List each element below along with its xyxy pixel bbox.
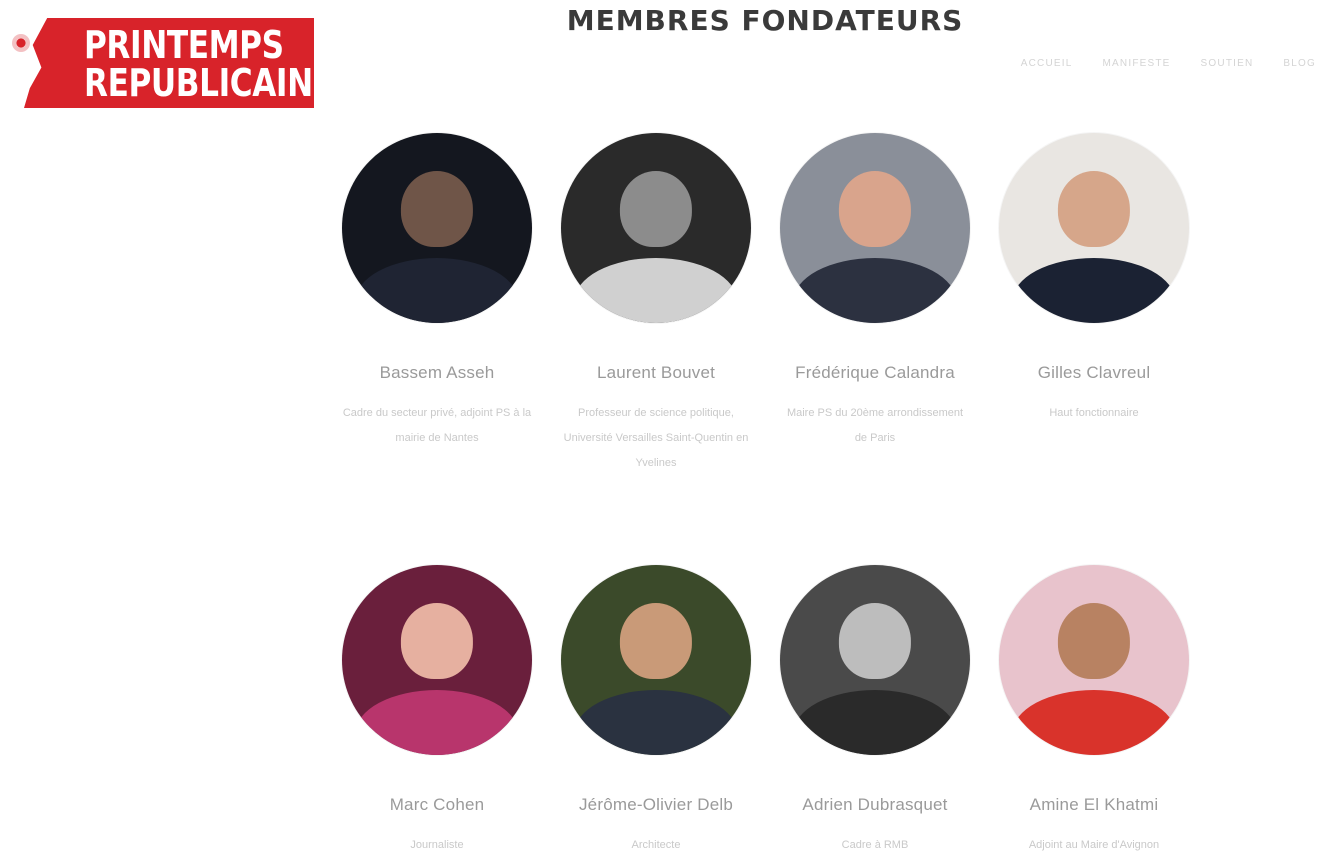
avatar-body [574,690,738,755]
member-card[interactable]: Adrien Dubrasquet Cadre à RMB [766,565,984,851]
member-role: Journaliste [410,839,464,851]
member-avatar[interactable] [342,133,532,323]
avatar-head [400,603,474,679]
avatar-body [355,258,519,323]
member-role: Adjoint au Maire d'Avignon [1028,839,1160,851]
section-title: MEMBRES FONDATEURS [566,4,964,37]
member-card[interactable]: Laurent Bouvet Professeur de science pol… [547,133,765,476]
member-name: Frédérique Calandra [795,363,955,382]
avatar-body [574,258,738,323]
member-role: Maire PS du 20ème arrondissement de Pari… [786,407,964,444]
member-name: Gilles Clavreul [1037,363,1151,382]
page: PRINTEMPS REPUBLICAIN MEMBRES FONDATEURS… [0,0,1324,851]
avatar-head [619,171,693,247]
member-name: Jérôme-Olivier Delb [578,795,733,814]
member-avatar[interactable] [999,133,1189,323]
nav-item-accueil[interactable]: ACCUEIL [1021,58,1073,69]
member-avatar[interactable] [780,565,970,755]
nav-item-blog[interactable]: BLOG [1283,58,1316,69]
avatar-body [793,258,957,323]
member-name: Amine El Khatmi [1029,795,1159,814]
avatar-head [400,171,474,247]
avatar-head [838,603,912,679]
member-name: Adrien Dubrasquet [802,795,948,814]
member-name: Laurent Bouvet [596,363,716,382]
member-card[interactable]: Marc Cohen Journaliste [328,565,546,851]
member-card[interactable]: Bassem Asseh Cadre du secteur privé, adj… [328,133,546,451]
member-card[interactable]: Frédérique Calandra Maire PS du 20ème ar… [766,133,984,451]
member-avatar[interactable] [561,565,751,755]
avatar-head [1057,603,1131,679]
main-nav: ACCUEIL MANIFESTE SOUTIEN BLOG [1021,58,1316,69]
nav-item-manifeste[interactable]: MANIFESTE [1103,58,1171,69]
member-avatar[interactable] [561,133,751,323]
avatar-body [355,690,519,755]
avatar-head [1057,171,1131,247]
logo-line-2: REPUBLICAIN [84,61,313,105]
member-role: Architecte [631,839,681,851]
avatar-body [1012,258,1176,323]
nav-item-soutien[interactable]: SOUTIEN [1201,58,1254,69]
member-role: Professeur de science politique, Univers… [563,407,749,469]
member-role: Cadre du secteur privé, adjoint PS à la … [342,407,532,444]
member-name: Bassem Asseh [379,363,495,382]
member-card[interactable]: Amine El Khatmi Adjoint au Maire d'Avign… [985,565,1203,851]
member-avatar[interactable] [999,565,1189,755]
member-avatar[interactable] [342,565,532,755]
member-role: Haut fonctionnaire [1049,407,1139,419]
member-avatar[interactable] [780,133,970,323]
member-card[interactable]: Jérôme-Olivier Delb Architecte [547,565,765,851]
avatar-head [838,171,912,247]
avatar-body [793,690,957,755]
member-name: Marc Cohen [389,795,485,814]
member-role: Cadre à RMB [841,839,909,851]
avatar-head [619,603,693,679]
avatar-body [1012,690,1176,755]
member-card[interactable]: Gilles Clavreul Haut fonctionnaire [985,133,1203,426]
